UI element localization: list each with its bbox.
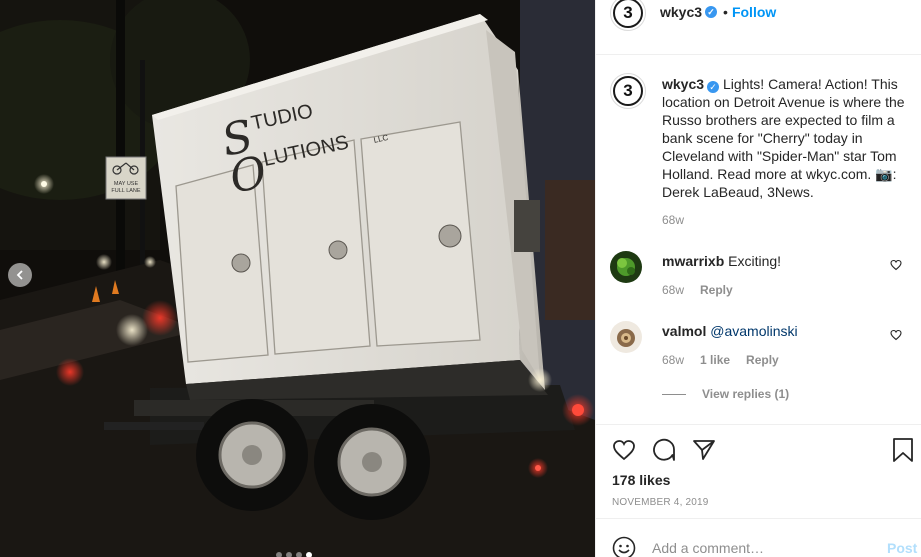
reply-button[interactable]: Reply <box>746 353 779 367</box>
heart-icon[interactable] <box>890 329 902 341</box>
divider <box>596 424 921 425</box>
comment-username[interactable]: mwarrixb <box>662 253 724 269</box>
post-photo[interactable]: MAY USE FULL LANE S TUDIO O LUTIONS LLC <box>0 0 595 557</box>
comment-body: mwarrixb Exciting! <box>662 253 781 269</box>
carousel-dot <box>296 552 302 557</box>
commenter-avatar[interactable] <box>610 251 642 283</box>
mention-link[interactable]: @avamolinski <box>710 323 797 339</box>
sign-line-2: FULL LANE <box>111 188 140 194</box>
post-side-panel: 3 wkyc3 ✓ • Follow 3 wkyc3 ✓ Lights! Came… <box>595 0 921 557</box>
caption-text: Lights! Camera! Action! This location on… <box>662 76 905 200</box>
avatar-image <box>610 251 642 283</box>
heart-icon[interactable] <box>890 259 902 271</box>
reply-button[interactable]: Reply <box>700 283 733 297</box>
sign-line-1: MAY USE <box>114 181 139 187</box>
carousel-dot <box>286 552 292 557</box>
post-header: 3 wkyc3 ✓ • Follow <box>596 0 921 31</box>
comment-age[interactable]: 68w <box>662 283 684 297</box>
commenter-avatar[interactable] <box>610 321 642 353</box>
post-caption: wkyc3 ✓ Lights! Camera! Action! This loca… <box>662 75 908 201</box>
avatar-logo: 3 <box>613 0 643 28</box>
author-line: wkyc3 ✓ • Follow <box>660 4 776 20</box>
post-comment-button[interactable]: Post <box>887 540 917 556</box>
verified-icon: ✓ <box>707 81 720 93</box>
comment-icon[interactable] <box>652 438 676 462</box>
comment-meta: 68w Reply <box>662 283 733 297</box>
avatar-logo: 3 <box>613 76 643 106</box>
emoji-icon[interactable] <box>612 536 636 557</box>
carousel-indicator <box>276 552 312 557</box>
photo-scene: MAY USE FULL LANE S TUDIO O LUTIONS LLC <box>0 0 595 557</box>
comment-likes[interactable]: 1 like <box>700 353 730 367</box>
comment-age[interactable]: 68w <box>662 353 684 367</box>
add-comment-input[interactable] <box>652 536 872 557</box>
carousel-dot <box>276 552 282 557</box>
caption-avatar[interactable]: 3 <box>610 73 646 109</box>
verified-icon: ✓ <box>705 6 718 18</box>
bookmark-icon[interactable] <box>892 438 914 462</box>
header-separator: • <box>723 4 728 20</box>
divider <box>662 393 686 395</box>
view-replies-button[interactable]: View replies (1) <box>662 387 789 401</box>
share-icon[interactable] <box>692 438 716 462</box>
caption-username[interactable]: wkyc3 <box>662 76 704 92</box>
follow-button[interactable]: Follow <box>732 4 776 20</box>
chevron-left-icon <box>16 270 23 280</box>
author-avatar[interactable]: 3 <box>610 0 646 31</box>
post-date[interactable]: NOVEMBER 4, 2019 <box>612 497 709 508</box>
caption-age[interactable]: 68w <box>662 213 684 227</box>
author-username[interactable]: wkyc3 <box>660 4 702 20</box>
view-replies-label: View replies (1) <box>702 387 790 401</box>
comment-text: Exciting! <box>728 253 782 269</box>
heart-icon[interactable] <box>612 438 636 462</box>
carousel-dot-active <box>306 552 312 557</box>
carousel-prev-button[interactable] <box>8 263 32 287</box>
likes-count[interactable]: 178 likes <box>612 472 670 488</box>
comment-meta: 68w 1 like Reply <box>662 353 779 367</box>
divider <box>596 54 921 55</box>
comment-body: valmol @avamolinski <box>662 323 798 339</box>
divider <box>596 518 921 519</box>
comment-username[interactable]: valmol <box>662 323 706 339</box>
avatar-image <box>610 321 642 353</box>
